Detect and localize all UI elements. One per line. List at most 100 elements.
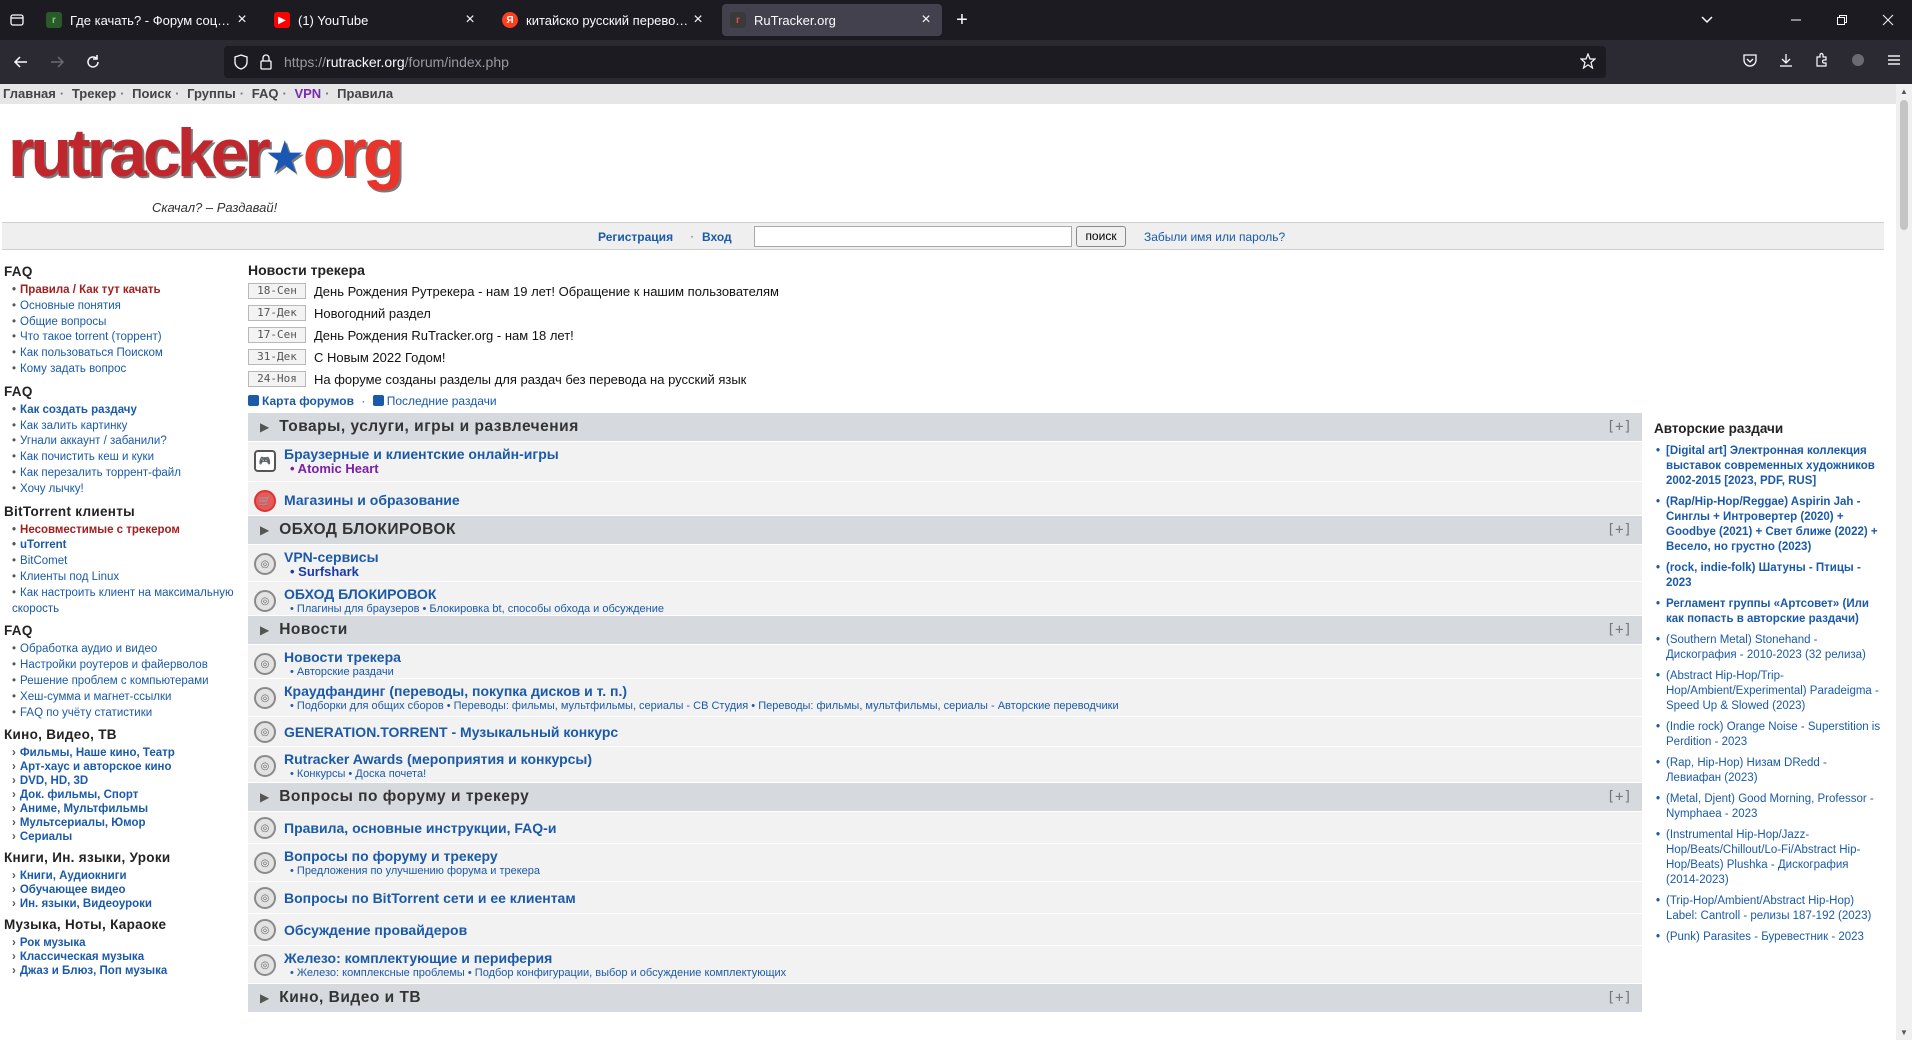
category-title[interactable]: ОБХОД БЛОКИРОВОК — [279, 521, 456, 539]
sidebar-link[interactable]: Книги, Аудиокниги — [12, 869, 242, 883]
scrollbar-thumb[interactable] — [1900, 100, 1908, 230]
tab-overflow-chevron-down-icon[interactable] — [1700, 0, 1714, 40]
category-title[interactable]: Кино, Видео и ТВ — [279, 989, 421, 1007]
sidebar-link[interactable]: Аниме, Мультфильмы — [12, 802, 242, 816]
forum-title[interactable]: Железо: комплектующие и периферия — [284, 950, 786, 966]
site-logo[interactable]: rutracker★org — [8, 119, 404, 189]
search-input[interactable] — [754, 226, 1072, 247]
sidebar-link[interactable]: Основные понятия — [12, 299, 242, 315]
nav-tracker-link[interactable]: Трекер — [72, 86, 116, 101]
sidebar-link[interactable]: DVD, HD, 3D — [12, 774, 242, 788]
nav-vpn-link[interactable]: VPN — [294, 86, 321, 101]
forum-title[interactable]: GENERATION.TORRENT - Музыкальный конкурс — [284, 724, 618, 740]
sidebar-link[interactable]: uTorrent — [12, 538, 242, 554]
sidebar-link[interactable]: Мультсериалы, Юмор — [12, 816, 242, 830]
release-link[interactable]: (Rap, Hip-Hop) Низам DRedd - Левиафан (2… — [1654, 756, 1884, 786]
release-link[interactable]: (Indie rock) Orange Noise - Superstition… — [1654, 720, 1884, 750]
forum-title[interactable]: Вопросы по BitTorrent сети и ее клиентам — [284, 890, 576, 906]
close-window-icon[interactable] — [1882, 0, 1894, 40]
subforum-links[interactable]: • Предложения по улучшению форума и трек… — [290, 864, 540, 878]
sidebar-link[interactable]: Хочу лычку! — [12, 482, 242, 498]
forward-arrow-icon[interactable] — [42, 47, 72, 77]
sidebar-link[interactable]: Кому задать вопрос — [12, 362, 242, 378]
sidebar-link[interactable]: Угнали аккаунт / забанили? — [12, 434, 242, 450]
sidebar-link[interactable]: Фильмы, Наше кино, Театр — [12, 746, 242, 760]
close-icon[interactable]: × — [690, 11, 706, 29]
forum-title[interactable]: Браузерные и клиентские онлайн-игры — [284, 446, 559, 462]
category-expand-toggle[interactable]: [+] — [1607, 990, 1632, 1006]
url-bar[interactable]: https://rutracker.org/forum/index.php — [224, 46, 1606, 78]
subforum-links[interactable]: • Подборки для общих сборов • Переводы: … — [290, 699, 1119, 713]
category-title[interactable]: Товары, услуги, игры и развлечения — [279, 418, 579, 436]
minimize-icon[interactable] — [1790, 0, 1802, 40]
sidebar-link[interactable]: Рок музыка — [12, 936, 242, 950]
category-expand-toggle[interactable]: [+] — [1607, 522, 1632, 538]
release-link[interactable]: (Metal, Djent) Good Morning, Professor -… — [1654, 792, 1884, 822]
subforum-links[interactable]: • Железо: комплексные проблемы • Подбор … — [290, 966, 786, 980]
subforum-links[interactable]: • Авторские раздачи — [290, 665, 401, 679]
nav-rules-link[interactable]: Правила — [337, 86, 393, 101]
news-link[interactable]: Новогодний раздел — [314, 306, 431, 321]
release-link[interactable]: (Rap/Hip-Hop/Reggae) Aspirin Jah - Сингл… — [1654, 495, 1884, 555]
category-expand-toggle[interactable]: [+] — [1607, 789, 1632, 805]
shield-icon[interactable] — [234, 54, 248, 73]
scroll-down-arrow-icon[interactable]: ▼ — [1900, 1028, 1908, 1037]
scroll-up-arrow-icon[interactable]: ▲ — [1900, 87, 1908, 96]
forum-category[interactable]: ▶ Новости [+] — [248, 616, 1642, 644]
page-scrollbar[interactable]: ▲ ▼ — [1896, 84, 1912, 1040]
category-expand-toggle[interactable]: [+] — [1607, 622, 1632, 638]
forum-category[interactable]: ▶ Вопросы по форуму и трекеру [+] — [248, 783, 1642, 811]
pocket-icon[interactable] — [1732, 52, 1768, 73]
nav-groups-link[interactable]: Группы — [187, 86, 236, 101]
forum-title[interactable]: Вопросы по форуму и трекеру — [284, 848, 540, 864]
forum-category[interactable]: ▶ ОБХОД БЛОКИРОВОК [+] — [248, 516, 1642, 544]
sidebar-link[interactable]: Правила / Как тут качать — [12, 283, 242, 299]
release-link[interactable]: (Instrumental Hip-Hop/Jazz-Hop/Beats/Chi… — [1654, 828, 1884, 888]
release-link[interactable]: (Trip-Hop/Ambient/Abstract Hip-Hop) Labe… — [1654, 894, 1884, 924]
sidebar-link[interactable]: Док. фильмы, Спорт — [12, 788, 242, 802]
tab-forum[interactable]: r Где качать? - Форум социаль × — [38, 4, 258, 36]
close-icon[interactable]: × — [234, 11, 250, 29]
forum-category[interactable]: ▶ Товары, услуги, игры и развлечения [+] — [248, 413, 1642, 441]
tab-rutracker[interactable]: r RuTracker.org × — [722, 4, 942, 36]
lock-icon[interactable] — [260, 54, 272, 73]
sidebar-link[interactable]: Сериалы — [12, 830, 242, 844]
forum-title[interactable]: Новости трекера — [284, 649, 401, 665]
tab-translator[interactable]: Я китайско русский переводчик × — [494, 4, 714, 36]
news-link[interactable]: С Новым 2022 Годом! — [314, 350, 445, 365]
sidebar-link[interactable]: Арт-хаус и авторское кино — [12, 760, 242, 774]
forum-title[interactable]: ОБХОД БЛОКИРОВОК — [284, 586, 664, 602]
latest-releases-link[interactable]: Последние раздачи — [387, 394, 497, 408]
menu-hamburger-icon[interactable] — [1876, 52, 1912, 73]
release-link[interactable]: (Punk) Parasites - Буревестник - 2023 — [1654, 930, 1884, 945]
sidebar-link[interactable]: Джаз и Блюз, Поп музыка — [12, 964, 242, 978]
close-icon[interactable]: × — [462, 11, 478, 29]
nav-search-link[interactable]: Поиск — [132, 86, 171, 101]
sidebar-link[interactable]: Настройки роутеров и файерволов — [12, 658, 242, 674]
forum-category[interactable]: ▶ Кино, Видео и ТВ [+] — [248, 984, 1642, 1012]
forum-title[interactable]: Rutracker Awards (мероприятия и конкурсы… — [284, 751, 592, 767]
extensions-icon[interactable] — [1804, 52, 1840, 73]
downloads-icon[interactable] — [1768, 52, 1804, 73]
tab-list-icon[interactable] — [4, 7, 30, 33]
category-title[interactable]: Новости — [279, 621, 348, 639]
register-link[interactable]: Регистрация — [598, 230, 673, 244]
category-expand-toggle[interactable]: [+] — [1607, 419, 1632, 435]
sidebar-link[interactable]: Ин. языки, Видеоуроки — [12, 897, 242, 911]
forgot-password-link[interactable]: Забыли имя или пароль? — [1144, 230, 1285, 244]
sidebar-link[interactable]: Как перезалить торрент-файл — [12, 466, 242, 482]
sidebar-link[interactable]: Как создать раздачу — [12, 403, 242, 419]
reload-icon[interactable] — [78, 47, 108, 77]
sidebar-link[interactable]: Что такое torrent (торрент) — [12, 330, 242, 346]
subforum-link[interactable]: • Atomic Heart — [290, 462, 559, 476]
forum-title[interactable]: Правила, основные инструкции, FAQ-и — [284, 820, 556, 836]
forum-title[interactable]: VPN-сервисы — [284, 549, 379, 565]
search-button[interactable]: поиск — [1076, 226, 1126, 247]
sidebar-link[interactable]: Как почистить кеш и куки — [12, 450, 242, 466]
release-link[interactable]: (Southern Metal) Stonehand - Дискография… — [1654, 633, 1884, 663]
release-link[interactable]: (rock, indie-folk) Шатуны - Птицы - 2023 — [1654, 561, 1884, 591]
account-icon[interactable] — [1840, 52, 1876, 73]
news-link[interactable]: На форуме созданы разделы для раздач без… — [314, 372, 746, 387]
restore-icon[interactable] — [1836, 0, 1848, 40]
login-link[interactable]: Вход — [702, 230, 732, 244]
